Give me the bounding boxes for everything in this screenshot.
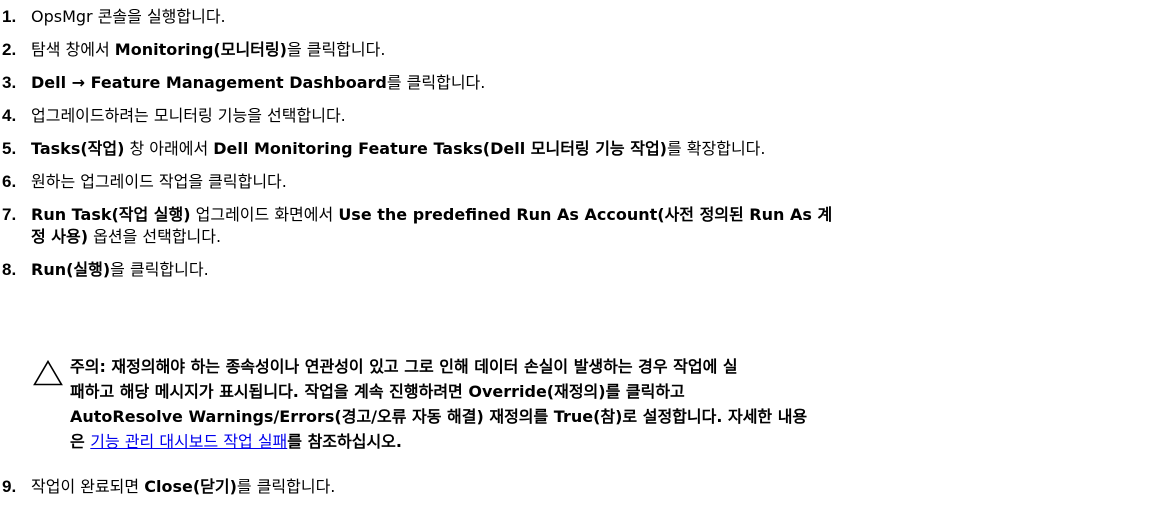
caution-text-line: 패하고 해당 메시지가 표시됩니다. 작업을 계속 진행하려면 Override… (70, 382, 685, 401)
step-text-plain: 을 클릭합니다. (286, 40, 386, 59)
step-number: 5. (2, 139, 17, 158)
step-number: 1. (2, 7, 17, 26)
step-text-continued: 정 사용) 옵션을 선택합니다. (31, 225, 221, 249)
warning-triangle-icon (33, 359, 63, 386)
step-text: Tasks(작업) 창 아래에서 Dell Monitoring Feature… (31, 137, 1160, 161)
step-number: 9. (2, 477, 17, 496)
ui-term: Run(실행) (31, 260, 111, 279)
step-text-plain: 작업이 완료되면 (31, 477, 145, 496)
step-number: 6. (2, 172, 17, 191)
step-text-plain: 옵션을 선택합니다. (88, 227, 222, 246)
step-text-plain: 업그레이드 화면에서 (190, 205, 339, 224)
step-text: 원하는 업그레이드 작업을 클릭합니다. (31, 170, 1160, 194)
ui-term: Run Task(작업 실행) (31, 205, 191, 224)
caution-text-line: AutoResolve Warnings/Errors(경고/오류 자동 해결)… (70, 407, 808, 426)
step-text-plain: OpsMgr 콘솔을 실행합니다. (31, 7, 226, 26)
caution-text-line: 주의: 재정의해야 하는 종속성이나 연관성이 있고 그로 인해 데이터 손실이… (70, 357, 738, 376)
step-text-plain: 를 확장합니다. (666, 139, 766, 158)
step-text-plain: 를 클릭합니다. (386, 73, 486, 92)
ui-term: Tasks(작업) (31, 139, 125, 158)
step-text-plain: 탐색 창에서 (31, 40, 115, 59)
step-text-plain: 를 클릭합니다. (236, 477, 336, 496)
step-text: Run(실행)을 클릭합니다. (31, 258, 1160, 282)
step-text: Dell → Feature Management Dashboard를 클릭합… (31, 71, 1160, 95)
step-number: 2. (2, 40, 17, 59)
step-text: 작업이 완료되면 Close(닫기)를 클릭합니다. (31, 475, 1160, 499)
ui-term: Dell → Feature Management Dashboard (31, 73, 387, 92)
step-text: 탐색 창에서 Monitoring(모니터링)을 클릭합니다. (31, 38, 1160, 62)
step-text-plain: 창 아래에서 (124, 139, 214, 158)
step-text: OpsMgr 콘솔을 실행합니다. (31, 5, 1160, 29)
feature-dashboard-task-failure-link[interactable]: 기능 관리 대시보드 작업 실패 (90, 432, 287, 451)
ui-term: Dell Monitoring Feature Tasks(Dell 모니터링 … (213, 139, 667, 158)
caution-text-plain: 를 참조하십시오. (287, 432, 402, 451)
ui-term: 정 사용) (31, 227, 89, 246)
step-text-plain: 을 클릭합니다. (110, 260, 209, 279)
step-text-plain: 원하는 업그레이드 작업을 클릭합니다. (31, 172, 287, 191)
step-text-plain: 업그레이드하려는 모니터링 기능을 선택합니다. (31, 106, 346, 125)
ui-term: Use the predefined Run As Account(사전 정의된… (338, 205, 833, 224)
caution-note: 주의: 재정의해야 하는 종속성이나 연관성이 있고 그로 인해 데이터 손실이… (33, 355, 1161, 451)
step-number: 4. (2, 106, 17, 125)
step-text: Run Task(작업 실행) 업그레이드 화면에서 Use the prede… (31, 203, 1160, 227)
caution-text-plain: 은 (70, 432, 91, 451)
step-number: 8. (2, 260, 17, 279)
ui-term: Close(닫기) (144, 477, 237, 496)
ui-term: Monitoring(모니터링) (114, 40, 287, 59)
document-page: 1. OpsMgr 콘솔을 실행합니다. 2. 탐색 창에서 Monitorin… (0, 0, 1165, 511)
step-text: 업그레이드하려는 모니터링 기능을 선택합니다. (31, 104, 1160, 128)
step-number: 3. (2, 73, 17, 92)
step-number: 7. (2, 205, 17, 224)
caution-text-line: 은 기능 관리 대시보드 작업 실패를 참조하십시오. (70, 430, 402, 454)
